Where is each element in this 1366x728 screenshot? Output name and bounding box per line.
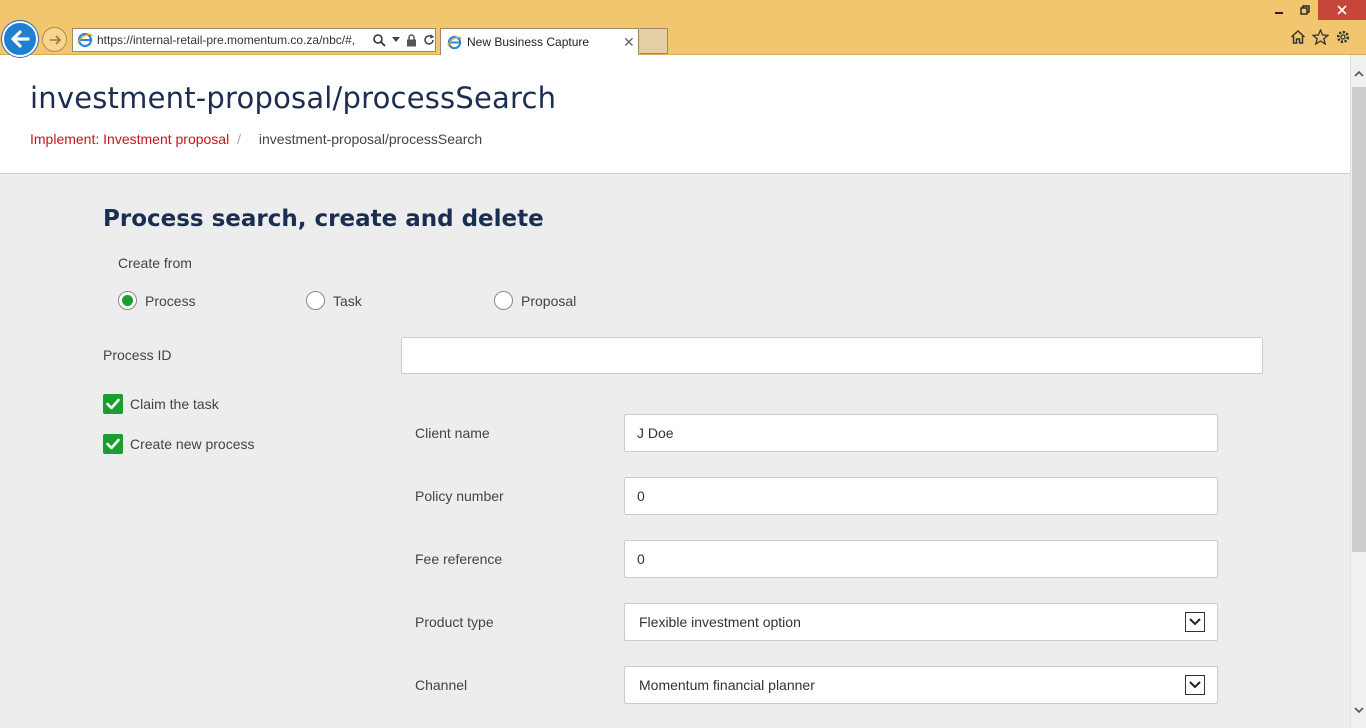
arrow-right-icon bbox=[49, 34, 61, 45]
checkbox-box bbox=[103, 434, 123, 454]
process-id-input[interactable] bbox=[401, 337, 1263, 374]
radio-label: Process bbox=[145, 292, 196, 309]
breadcrumb-link[interactable]: Implement: Investment proposal bbox=[30, 131, 229, 147]
radio-dot bbox=[122, 295, 133, 306]
checkbox-label: Create new process bbox=[130, 436, 255, 452]
channel-select[interactable]: Momentum financial planner bbox=[624, 666, 1218, 704]
claim-task-checkbox[interactable]: Claim the task bbox=[103, 394, 219, 414]
favorites-star-icon[interactable] bbox=[1312, 29, 1329, 45]
ie-logo-icon bbox=[77, 32, 93, 48]
channel-label: Channel bbox=[415, 677, 468, 693]
back-button[interactable] bbox=[2, 21, 38, 57]
select-value: Flexible investment option bbox=[639, 614, 801, 630]
radio-circle bbox=[494, 291, 513, 310]
breadcrumb-current: investment-proposal/processSearch bbox=[258, 131, 483, 147]
checkmark-icon bbox=[106, 438, 120, 450]
scroll-down-button[interactable] bbox=[1351, 702, 1366, 718]
tab-close-icon[interactable]: ✕ bbox=[623, 34, 635, 51]
tab-title: New Business Capture bbox=[467, 35, 590, 49]
scroll-up-button[interactable] bbox=[1351, 65, 1366, 81]
close-window-button[interactable] bbox=[1318, 0, 1366, 20]
policy-number-input[interactable]: 0 bbox=[624, 477, 1218, 515]
close-icon bbox=[1337, 5, 1347, 15]
chevron-down-icon bbox=[1354, 706, 1364, 713]
minimize-icon bbox=[1275, 12, 1283, 14]
breadcrumb: Implement: Investment proposal / investm… bbox=[30, 131, 482, 147]
checkmark-icon bbox=[106, 398, 120, 410]
browser-chrome: https://internal-retail-pre.momentum.co.… bbox=[0, 0, 1366, 57]
search-icon[interactable] bbox=[373, 33, 386, 47]
radio-proposal[interactable]: Proposal bbox=[494, 291, 576, 310]
radio-circle bbox=[118, 291, 137, 310]
process-id-label: Process ID bbox=[103, 347, 172, 363]
create-from-label: Create from bbox=[118, 255, 192, 271]
section-title: Process search, create and delete bbox=[103, 206, 544, 232]
radio-label: Task bbox=[333, 292, 362, 309]
address-bar[interactable]: https://internal-retail-pre.momentum.co.… bbox=[72, 28, 436, 52]
gear-icon[interactable] bbox=[1335, 29, 1351, 45]
radio-task[interactable]: Task bbox=[306, 291, 362, 310]
checkbox-label: Claim the task bbox=[130, 396, 219, 412]
vertical-scrollbar[interactable] bbox=[1350, 55, 1366, 728]
restore-button[interactable] bbox=[1292, 0, 1318, 20]
fee-reference-input[interactable]: 0 bbox=[624, 540, 1218, 578]
restore-icon bbox=[1300, 5, 1310, 15]
dropdown-arrow-icon[interactable] bbox=[392, 37, 400, 43]
fee-reference-label: Fee reference bbox=[415, 551, 503, 567]
radio-process[interactable]: Process bbox=[118, 291, 196, 310]
checkbox-box bbox=[103, 394, 123, 414]
chevron-down-icon[interactable] bbox=[1185, 675, 1205, 695]
create-new-process-checkbox[interactable]: Create new process bbox=[103, 434, 255, 454]
minimize-button[interactable] bbox=[1266, 0, 1292, 20]
lock-icon[interactable] bbox=[406, 33, 417, 47]
home-icon[interactable] bbox=[1290, 29, 1306, 45]
refresh-icon[interactable] bbox=[423, 34, 435, 46]
chevron-down-icon[interactable] bbox=[1185, 612, 1205, 632]
product-type-label: Product type bbox=[415, 614, 494, 630]
ie-logo-icon bbox=[447, 35, 462, 49]
chevron-up-icon bbox=[1354, 70, 1364, 77]
radio-label: Proposal bbox=[521, 292, 577, 309]
client-name-label: Client name bbox=[415, 425, 490, 441]
arrow-left-icon bbox=[11, 30, 30, 48]
product-type-select[interactable]: Flexible investment option bbox=[624, 603, 1218, 641]
address-url: https://internal-retail-pre.momentum.co.… bbox=[97, 33, 356, 47]
forward-button[interactable] bbox=[42, 27, 67, 52]
page-header: investment-proposal/processSearch Implem… bbox=[0, 55, 1350, 174]
policy-number-label: Policy number bbox=[415, 488, 504, 504]
browser-tab[interactable]: New Business Capture ✕ bbox=[440, 28, 639, 55]
client-name-input[interactable]: J Doe bbox=[624, 414, 1218, 452]
page-title: investment-proposal/processSearch bbox=[30, 81, 557, 115]
new-tab-button[interactable] bbox=[640, 28, 668, 54]
select-value: Momentum financial planner bbox=[639, 677, 815, 693]
radio-circle bbox=[306, 291, 325, 310]
breadcrumb-separator: / bbox=[237, 131, 241, 147]
scroll-thumb[interactable] bbox=[1352, 87, 1366, 552]
